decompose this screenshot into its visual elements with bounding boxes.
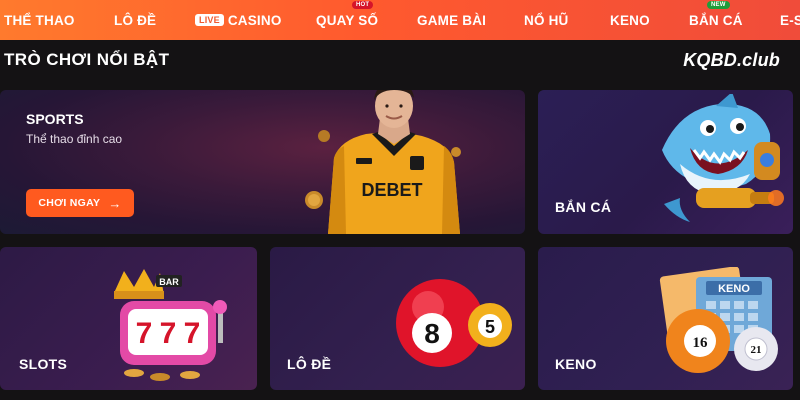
nav-item-lode[interactable]: LÔ ĐỀ bbox=[114, 13, 156, 28]
top-nav: THỂ THAO LÔ ĐỀ LIVE CASINO QUAY SỐ HOT GA… bbox=[0, 0, 800, 40]
keno-ticket-icon: KENO 16 21 bbox=[659, 267, 778, 373]
ball-5-number: 5 bbox=[485, 317, 495, 337]
reel-3: 7 bbox=[184, 317, 201, 350]
nav-item-casino[interactable]: LIVE CASINO bbox=[195, 13, 282, 28]
shark-icon bbox=[662, 94, 784, 222]
slots-card-label: SLOTS bbox=[19, 356, 68, 372]
sports-card-subtitle: Thể thao đỉnh cao bbox=[26, 132, 123, 146]
keno-ticket-title: KENO bbox=[718, 283, 750, 295]
jersey-brand-text: DEBET bbox=[361, 180, 422, 200]
nav-item-lottery[interactable]: QUAY SỐ HOT bbox=[316, 1, 379, 28]
lottery-balls-icon: 8 5 bbox=[396, 279, 512, 367]
lode-card-label: LÔ ĐỀ bbox=[287, 356, 332, 372]
ball-8-number: 8 bbox=[424, 318, 440, 349]
nav-item-lottery-label: QUAY SỐ bbox=[316, 13, 379, 28]
sports-card-title: SPORTS bbox=[26, 111, 84, 127]
slot-machine-icon: 7 7 7 BAR bbox=[114, 269, 227, 381]
nav-item-sports[interactable]: THỂ THAO bbox=[4, 13, 75, 28]
keno-card-label: KENO bbox=[555, 356, 597, 372]
keno-ball-16: 16 bbox=[693, 335, 709, 351]
nav-item-fishing-label: BẮN CÁ bbox=[689, 13, 743, 28]
bar-symbol: BAR bbox=[159, 277, 179, 287]
fishing-card-label: BẮN CÁ bbox=[555, 199, 612, 215]
nav-item-card-games[interactable]: GAME BÀI bbox=[417, 13, 486, 28]
new-tag: NEW bbox=[707, 1, 730, 9]
fishing-card[interactable]: BẮN CÁ bbox=[538, 90, 793, 234]
live-badge: LIVE bbox=[195, 14, 224, 26]
play-now-button[interactable]: CHƠI NGAY → bbox=[26, 189, 134, 217]
arrow-right-icon: → bbox=[108, 195, 122, 211]
section-title: TRÒ CHƠI NỔI BẬT bbox=[4, 50, 170, 69]
nav-item-esports[interactable]: E-S bbox=[780, 13, 800, 28]
lode-card[interactable]: LÔ ĐỀ 8 5 bbox=[270, 247, 525, 390]
nav-item-fishing[interactable]: BẮN CÁ NEW bbox=[689, 1, 743, 28]
reel-2: 7 bbox=[160, 317, 177, 350]
keno-card[interactable]: KENO KENO 16 21 bbox=[538, 247, 793, 390]
reel-1: 7 bbox=[136, 317, 153, 350]
hot-tag: HOT bbox=[352, 1, 374, 9]
nav-item-keno[interactable]: KENO bbox=[610, 13, 650, 28]
slots-card[interactable]: SLOTS 7 7 7 BAR bbox=[0, 247, 257, 390]
football-player-image: DEBET bbox=[305, 90, 461, 234]
nav-item-slots[interactable]: NỔ HŨ bbox=[524, 13, 569, 28]
keno-ball-21: 21 bbox=[751, 344, 762, 356]
site-logo: KQBD.club bbox=[683, 50, 780, 70]
sports-card[interactable]: SPORTS Thể thao đỉnh cao CHƠI NGAY → DEB… bbox=[0, 90, 525, 234]
play-now-label: CHƠI NGAY bbox=[38, 197, 101, 209]
nav-item-casino-label: CASINO bbox=[227, 13, 282, 28]
